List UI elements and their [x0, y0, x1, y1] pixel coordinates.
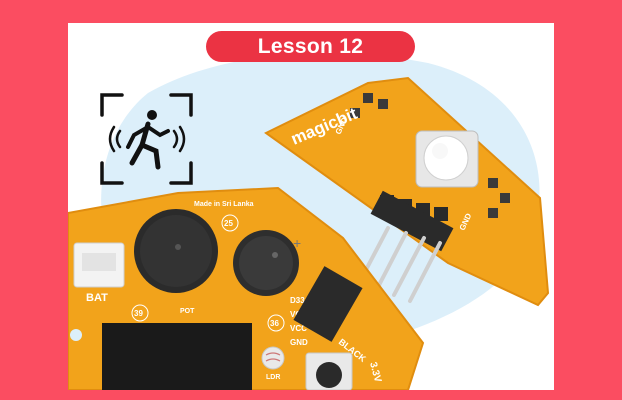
made-in-label: Made in Sri Lanka — [194, 201, 254, 208]
pot-label: POT — [180, 308, 195, 315]
bat-label: BAT — [86, 292, 108, 304]
pin-number-36: 36 — [270, 319, 279, 328]
pin-number-25: 25 — [224, 219, 233, 228]
header-label-gnd: GND — [290, 338, 308, 347]
thumbnail-card: magicbit GND GND BAT POT + Made in Sri L… — [68, 23, 554, 390]
svg-text:+: + — [293, 235, 301, 251]
lesson-badge: Lesson 12 — [206, 31, 415, 62]
illustration: magicbit GND GND BAT POT + Made in Sri L… — [68, 53, 550, 390]
ldr-label: LDR — [266, 374, 280, 381]
pin-number-39: 39 — [134, 309, 143, 318]
